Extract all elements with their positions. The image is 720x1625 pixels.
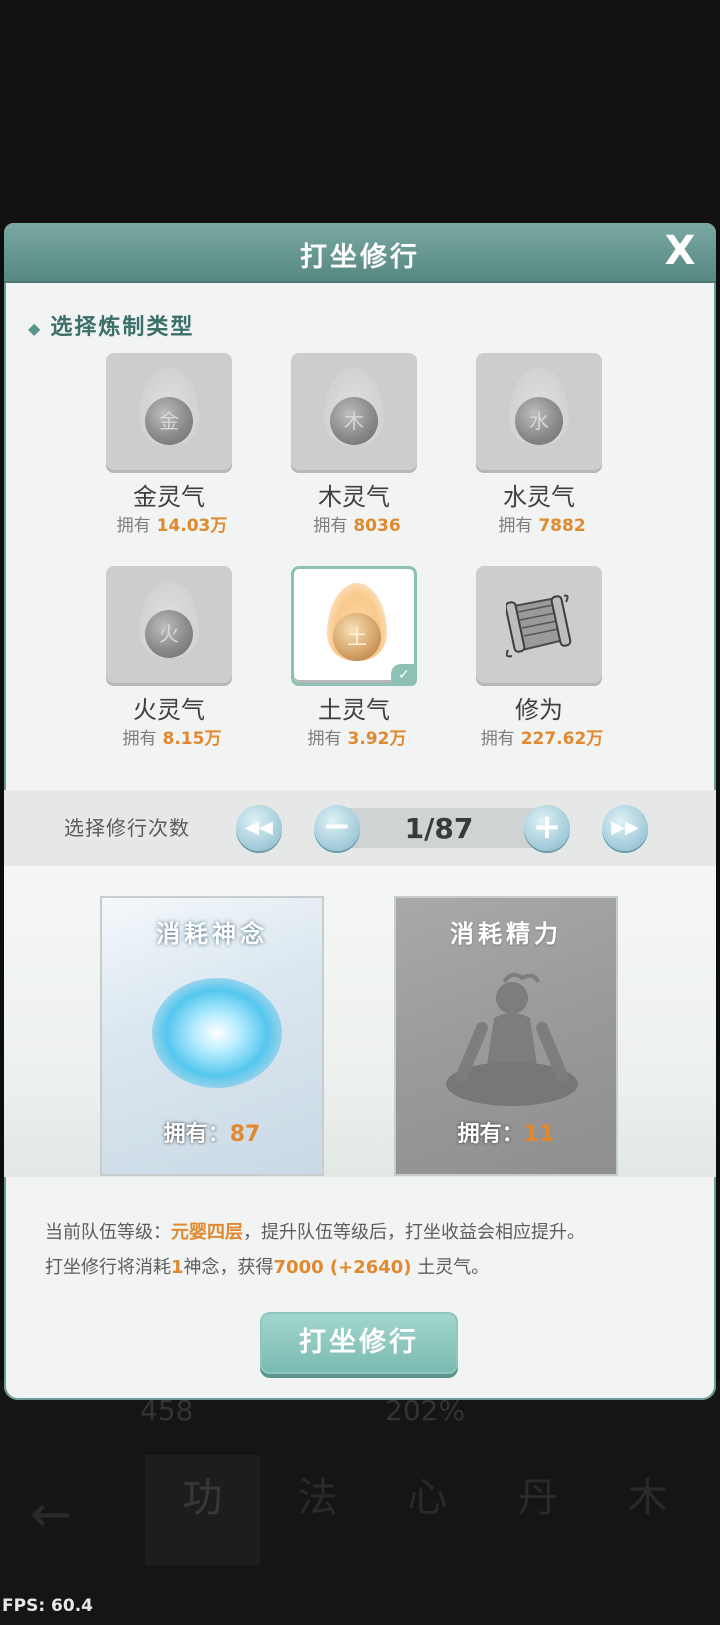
type-owned: 拥有 8.15万 <box>102 724 242 749</box>
min-count-button[interactable]: ◀◀ <box>236 805 282 851</box>
close-button[interactable]: X <box>660 231 700 271</box>
count-label: 选择修行次数 <box>64 816 190 840</box>
owned-label: 拥有 <box>116 516 151 536</box>
owned-value: 227.62万 <box>520 729 604 749</box>
type-card[interactable]: 水 <box>476 353 602 473</box>
type-card[interactable] <box>476 566 602 686</box>
type-owned: 拥有 8036 <box>287 511 427 536</box>
spirit-cost-title: 消耗神念 <box>156 920 268 948</box>
owned-label: 拥有 <box>480 729 515 749</box>
owned-value: 8.15万 <box>162 729 222 749</box>
meditator-icon <box>446 972 578 1106</box>
section-title: ◆ 选择炼制类型 <box>28 309 194 341</box>
info-line-reward: 打坐修行将消耗1神念，获得7000 (+2640) 土灵气。 <box>45 1253 489 1279</box>
type-owned: 拥有 7882 <box>472 511 612 536</box>
owned-label: 拥有： <box>457 1122 524 1147</box>
type-name: 土灵气 <box>318 696 390 724</box>
type-grid: 金 金灵气 拥有 14.03万 木 木灵气 拥有 8036 水 水灵气 拥有 7882 <box>104 353 624 753</box>
type-card[interactable]: 木 <box>291 353 417 473</box>
owned-value: 7882 <box>538 516 586 536</box>
type-owned: 拥有 227.62万 <box>472 724 612 749</box>
info-text: 神念，获得 <box>183 1257 274 1278</box>
type-name: 金灵气 <box>133 483 205 511</box>
dialog-header: 打坐修行 X <box>4 223 716 283</box>
type-owned: 拥有 3.92万 <box>287 724 427 749</box>
info-text: 当前队伍等级： <box>45 1222 171 1243</box>
owned-label: 拥有 <box>313 516 348 536</box>
info-line-level: 当前队伍等级：元婴四层，提升队伍等级后，打坐收益会相应提升。 <box>45 1218 585 1244</box>
background-top <box>0 0 720 230</box>
background-tab-2: 法 <box>297 1475 338 1521</box>
owned-value: 14.03万 <box>156 516 228 536</box>
gain-amount: 7000 (+2640) <box>273 1257 412 1278</box>
type-name: 水灵气 <box>503 483 575 511</box>
owned-label: 拥有 <box>498 516 533 536</box>
type-item-cultivation[interactable]: 修为 拥有 227.62万 <box>474 566 604 756</box>
earth-orb-icon: 土 <box>333 613 381 661</box>
type-card[interactable]: 金 <box>106 353 232 473</box>
type-item-earth[interactable]: 土 ✓ 土灵气 拥有 3.92万 <box>289 566 419 756</box>
owned-value: 3.92万 <box>347 729 407 749</box>
max-count-button[interactable]: ▶▶ <box>602 805 648 851</box>
back-arrow-icon: ← <box>30 1485 72 1543</box>
owned-value: 11 <box>523 1122 555 1147</box>
wood-orb-icon: 木 <box>330 397 378 445</box>
owned-label: 拥有 <box>122 729 157 749</box>
owned-label: 拥有 <box>307 729 342 749</box>
type-card-selected[interactable]: 土 ✓ <box>291 566 417 686</box>
double-left-arrow-icon: ◀◀ <box>245 817 273 838</box>
spirit-swirl-icon <box>152 978 282 1088</box>
dialog-title: 打坐修行 <box>300 242 420 273</box>
type-item-metal[interactable]: 金 金灵气 拥有 14.03万 <box>104 353 234 543</box>
fps-counter: FPS: 60.4 <box>2 1596 93 1616</box>
fire-orb-icon: 火 <box>145 610 193 658</box>
section-title-text: 选择炼制类型 <box>50 315 195 340</box>
info-text: 土灵气。 <box>411 1257 490 1278</box>
spirit-cost-card: 消耗神念 拥有：87 <box>100 896 324 1176</box>
scroll-icon <box>506 594 572 658</box>
energy-cost-card: 消耗精力 拥有：11 <box>394 896 618 1176</box>
count-selector: 选择修行次数 1/87 ◀◀ − + ▶▶ <box>4 790 716 866</box>
background-tab-1: 功 <box>145 1455 260 1565</box>
owned-label: 拥有： <box>163 1122 230 1147</box>
type-name: 木灵气 <box>318 483 390 511</box>
meditate-button[interactable]: 打坐修行 <box>260 1312 458 1374</box>
increment-button[interactable]: + <box>524 805 570 851</box>
decrement-button[interactable]: − <box>314 805 360 851</box>
meditation-dialog: 打坐修行 X ◆ 选择炼制类型 金 金灵气 拥有 14.03万 木 木灵气 拥有 80… <box>4 223 716 1400</box>
info-text: 打坐修行将消耗 <box>45 1257 171 1278</box>
info-text: ，提升队伍等级后，打坐收益会相应提升。 <box>243 1222 585 1243</box>
background-tab-3: 心 <box>407 1475 448 1521</box>
type-item-wood[interactable]: 木 木灵气 拥有 8036 <box>289 353 419 543</box>
diamond-icon: ◆ <box>28 319 43 338</box>
metal-orb-icon: 金 <box>145 397 193 445</box>
checkmark-icon: ✓ <box>391 664 417 686</box>
double-right-arrow-icon: ▶▶ <box>611 817 639 838</box>
background-tab-4: 丹 <box>517 1475 558 1521</box>
team-level: 元婴四层 <box>171 1222 243 1243</box>
type-item-fire[interactable]: 火 火灵气 拥有 8.15万 <box>104 566 234 756</box>
energy-cost-title: 消耗精力 <box>450 920 562 948</box>
type-card[interactable]: 火 <box>106 566 232 686</box>
owned-value: 87 <box>229 1122 261 1147</box>
type-name: 火灵气 <box>133 696 205 724</box>
background-nav: ← 功 法 心 丹 木 <box>0 1455 720 1575</box>
energy-owned: 拥有：11 <box>396 1116 616 1148</box>
count-value[interactable]: 1/87 <box>344 812 534 845</box>
type-owned: 拥有 14.03万 <box>102 511 242 536</box>
cost-amount: 1 <box>171 1257 184 1278</box>
background-tab-5: 木 <box>627 1475 668 1521</box>
spirit-owned: 拥有：87 <box>102 1116 322 1148</box>
owned-value: 8036 <box>353 516 401 536</box>
type-name: 修为 <box>515 696 563 724</box>
water-orb-icon: 水 <box>515 397 563 445</box>
type-item-water[interactable]: 水 水灵气 拥有 7882 <box>474 353 604 543</box>
